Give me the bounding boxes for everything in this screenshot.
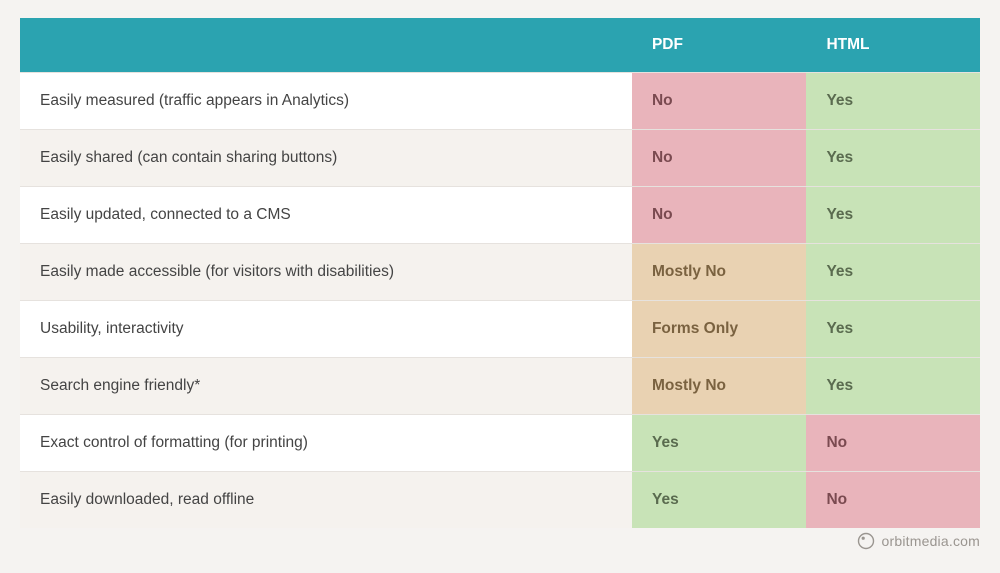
table-row: Easily made accessible (for visitors wit… [20, 244, 980, 301]
cell-html: No [806, 472, 980, 529]
credit-text: orbitmedia.com [881, 533, 980, 549]
cell-html: Yes [806, 301, 980, 358]
table-row: Usability, interactivity Forms Only Yes [20, 301, 980, 358]
header-pdf: PDF [632, 18, 806, 73]
table-row: Easily shared (can contain sharing butto… [20, 130, 980, 187]
row-label: Usability, interactivity [20, 301, 632, 358]
cell-pdf: No [632, 130, 806, 187]
row-label: Easily measured (traffic appears in Anal… [20, 73, 632, 130]
comparison-table: PDF HTML Easily measured (traffic appear… [20, 18, 980, 528]
cell-pdf: No [632, 73, 806, 130]
header-html: HTML [806, 18, 980, 73]
table-row: Search engine friendly* Mostly No Yes [20, 358, 980, 415]
cell-html: Yes [806, 244, 980, 301]
cell-pdf: Mostly No [632, 244, 806, 301]
row-label: Easily made accessible (for visitors wit… [20, 244, 632, 301]
table-header-row: PDF HTML [20, 18, 980, 73]
table-row: Easily measured (traffic appears in Anal… [20, 73, 980, 130]
cell-pdf: Yes [632, 415, 806, 472]
table-row: Exact control of formatting (for printin… [20, 415, 980, 472]
credit-footer: orbitmedia.com [20, 532, 980, 550]
table-row: Easily updated, connected to a CMS No Ye… [20, 187, 980, 244]
cell-pdf: Yes [632, 472, 806, 529]
orbit-logo-icon [857, 532, 875, 550]
table-row: Easily downloaded, read offline Yes No [20, 472, 980, 529]
row-label: Easily shared (can contain sharing butto… [20, 130, 632, 187]
row-label: Easily updated, connected to a CMS [20, 187, 632, 244]
cell-pdf: Mostly No [632, 358, 806, 415]
cell-html: Yes [806, 73, 980, 130]
header-blank [20, 18, 632, 73]
cell-pdf: No [632, 187, 806, 244]
cell-html: No [806, 415, 980, 472]
cell-pdf: Forms Only [632, 301, 806, 358]
row-label: Search engine friendly* [20, 358, 632, 415]
table: PDF HTML Easily measured (traffic appear… [20, 18, 980, 528]
row-label: Exact control of formatting (for printin… [20, 415, 632, 472]
cell-html: Yes [806, 187, 980, 244]
row-label: Easily downloaded, read offline [20, 472, 632, 529]
cell-html: Yes [806, 130, 980, 187]
cell-html: Yes [806, 358, 980, 415]
